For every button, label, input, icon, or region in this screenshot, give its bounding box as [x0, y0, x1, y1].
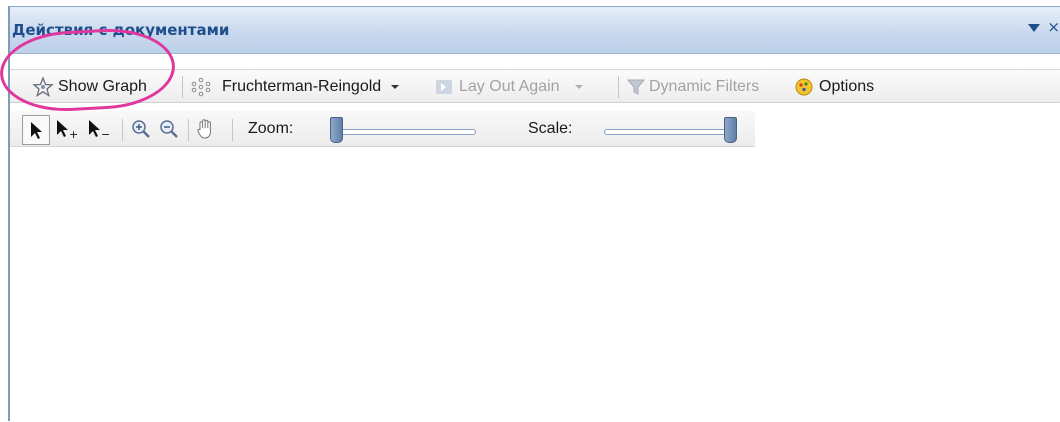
panel-titlebar: Действия с документами ×: [10, 7, 1060, 54]
layout-snowflake-icon: [191, 77, 211, 97]
funnel-icon: [626, 79, 646, 95]
toolbar-separator: [122, 119, 123, 141]
show-graph-button[interactable]: Show Graph: [32, 73, 147, 101]
toolbar-separator: [618, 76, 619, 98]
scale-label: Scale:: [528, 120, 573, 137]
scale-slider[interactable]: [598, 117, 738, 145]
pin-icon[interactable]: [1028, 24, 1040, 32]
show-graph-label: Show Graph: [58, 78, 147, 95]
options-icon: [795, 78, 813, 96]
pan-hand-icon: [197, 119, 211, 139]
lay-out-again-label: Lay Out Again: [459, 78, 560, 95]
zoom-slider-track: [336, 129, 476, 135]
dropdown-arrow-icon[interactable]: [574, 82, 584, 92]
zoom-slider[interactable]: [330, 117, 480, 145]
toolbar-separator: [232, 119, 233, 141]
zoom-slider-thumb[interactable]: [330, 117, 343, 143]
select-pointer-button[interactable]: [22, 115, 50, 145]
graph-canvas[interactable]: [10, 147, 1060, 422]
zoom-out-button[interactable]: [158, 115, 180, 143]
scale-slider-track: [604, 129, 730, 135]
options-label: Options: [819, 78, 875, 95]
pointer-icon: [31, 122, 42, 139]
navigation-toolbar: + − Zoom: Scale:: [10, 111, 755, 147]
scale-slider-thumb[interactable]: [724, 117, 737, 143]
zoom-in-icon: [132, 120, 150, 138]
document-actions-panel: Действия с документами × Show Graph Fruc…: [8, 6, 1060, 422]
zoom-label: Zoom:: [248, 120, 294, 137]
add-pointer-button[interactable]: +: [54, 115, 80, 143]
pan-button[interactable]: [194, 115, 218, 143]
zoom-out-icon: [160, 120, 178, 138]
dropdown-arrow-icon: [391, 85, 400, 89]
layout-algorithm-dropdown[interactable]: Fruchterman-Reingold: [190, 73, 400, 101]
graph-star-icon: [32, 76, 54, 97]
svg-text:−: −: [101, 128, 110, 140]
toolbar-separator: [182, 76, 183, 98]
close-icon[interactable]: ×: [1047, 18, 1060, 36]
layout-again-icon: [436, 80, 452, 94]
panel-title: Действия с документами: [12, 21, 230, 39]
graph-toolbar: Show Graph Fruchterman-Reingold Lay Out …: [10, 69, 1060, 103]
pointer-add-icon: +: [57, 120, 78, 140]
zoom-in-button[interactable]: [130, 115, 152, 143]
pointer-remove-icon: −: [89, 120, 110, 140]
dynamic-filters-button[interactable]: Dynamic Filters: [626, 73, 759, 101]
lay-out-again-button[interactable]: Lay Out Again: [434, 73, 584, 101]
dynamic-filters-label: Dynamic Filters: [649, 78, 760, 95]
remove-pointer-button[interactable]: −: [86, 115, 112, 143]
layout-algorithm-label: Fruchterman-Reingold: [222, 78, 382, 95]
svg-text:+: +: [69, 128, 78, 140]
options-button[interactable]: Options: [794, 73, 874, 101]
toolbar-separator: [188, 119, 189, 141]
